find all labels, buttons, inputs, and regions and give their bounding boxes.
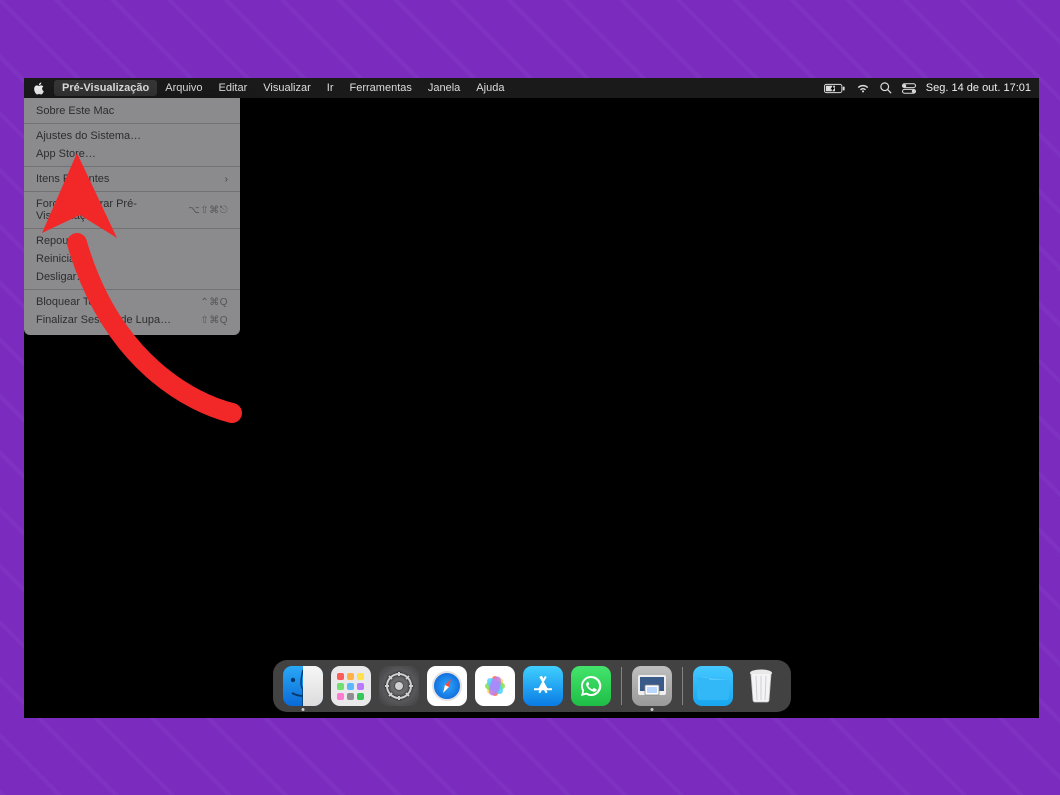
control-center-icon[interactable] [902,83,916,94]
menu-janela[interactable]: Janela [420,80,468,96]
menu-bar: Pré-Visualização Arquivo Editar Visualiz… [24,78,1039,98]
chevron-right-icon: › [225,174,228,185]
menu-item-label: Desligar… [36,271,87,283]
apple-menu-dropdown: Sobre Este Mac Ajustes do Sistema… App S… [24,98,240,335]
menu-separator [24,228,240,229]
battery-icon[interactable] [824,83,846,94]
dock-divider [621,667,622,705]
menu-separator [24,123,240,124]
menu-editar[interactable]: Editar [211,80,256,96]
dock-app-photos[interactable] [475,666,515,706]
menu-item-label: Bloquear Tela [36,296,103,308]
menu-item-label: Sobre Este Mac [36,105,114,117]
menu-ferramentas[interactable]: Ferramentas [342,80,420,96]
dock-app-appstore[interactable] [523,666,563,706]
menu-visualizar[interactable]: Visualizar [255,80,319,96]
dock-divider [682,667,683,705]
menu-item-force-quit[interactable]: Forçar Encerrar Pré-Visualização ⌥⇧⌘⎋ [24,195,240,225]
menu-item-label: Reiniciar… [36,253,90,265]
menu-item-app-store[interactable]: App Store… [24,145,240,163]
menu-item-system-settings[interactable]: Ajustes do Sistema… [24,127,240,145]
menu-shortcut: ⌥⇧⌘⎋ [188,205,228,216]
running-indicator [650,708,653,711]
dock-app-safari[interactable] [427,666,467,706]
menu-item-sleep[interactable]: Repouso [24,232,240,250]
menu-item-restart[interactable]: Reiniciar… [24,250,240,268]
dock-trash[interactable] [741,666,781,706]
menu-item-lock-screen[interactable]: Bloquear Tela ⌃⌘Q [24,293,240,311]
dock-app-finder[interactable] [283,666,323,706]
dock-app-system-settings[interactable] [379,666,419,706]
menu-shortcut: ⌃⌘Q [200,297,228,308]
spotlight-icon[interactable] [880,82,892,94]
menu-shortcut: ⇧⌘Q [200,315,228,326]
menu-ajuda[interactable]: Ajuda [468,80,512,96]
menu-separator [24,166,240,167]
menu-item-label: Forçar Encerrar Pré-Visualização [36,198,188,222]
dock-folder-downloads[interactable] [693,666,733,706]
status-area: Seg. 14 de out. 17:01 [824,82,1031,94]
macos-desktop: Pré-Visualização Arquivo Editar Visualiz… [24,78,1039,718]
menu-ir[interactable]: Ir [319,80,342,96]
app-menu[interactable]: Pré-Visualização [54,80,157,96]
menu-item-log-out[interactable]: Finalizar Sessão de Lupa… ⇧⌘Q [24,311,240,329]
menu-item-recent-items[interactable]: Itens Recentes › [24,170,240,188]
running-indicator [301,708,304,711]
menu-item-label: App Store… [36,148,96,160]
dock-app-whatsapp[interactable] [571,666,611,706]
menu-item-label: Finalizar Sessão de Lupa… [36,314,171,326]
wifi-icon[interactable] [856,83,870,94]
dock [273,660,791,712]
menu-separator [24,289,240,290]
menu-item-label: Itens Recentes [36,173,109,185]
dock-app-launchpad[interactable] [331,666,371,706]
dock-app-preview[interactable] [632,666,672,706]
menu-separator [24,191,240,192]
menu-item-shutdown[interactable]: Desligar… [24,268,240,286]
menu-item-label: Ajustes do Sistema… [36,130,141,142]
menu-item-label: Repouso [36,235,80,247]
apple-menu-icon[interactable] [32,81,46,95]
menubar-clock[interactable]: Seg. 14 de out. 17:01 [926,82,1031,94]
menu-item-about-mac[interactable]: Sobre Este Mac [24,102,240,120]
menu-arquivo[interactable]: Arquivo [157,80,210,96]
